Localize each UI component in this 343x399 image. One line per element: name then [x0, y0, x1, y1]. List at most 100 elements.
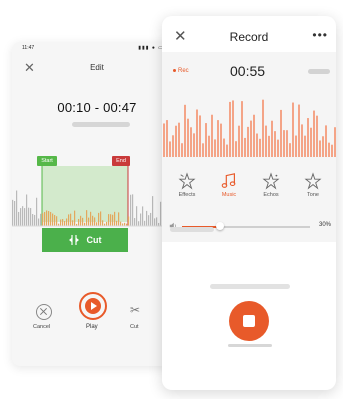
- start-marker[interactable]: Start: [37, 156, 57, 166]
- edit-screen: 11:47 ▮▮▮ ● ▭ ✕ Edit 00:10 - 00:47 Start…: [12, 42, 182, 366]
- cut-button[interactable]: Cut: [42, 228, 128, 252]
- waveform-bar: [26, 194, 28, 226]
- waveform-bar: [28, 207, 30, 226]
- waveform-bar: [208, 135, 210, 157]
- waveform-bar: [238, 125, 240, 157]
- waveform-bar: [134, 218, 136, 226]
- settings-placeholder-bar: [170, 227, 214, 232]
- effects-row: Effects Music Echos Tone: [162, 172, 336, 222]
- edit-waveform[interactable]: [12, 166, 182, 236]
- waveform-bar: [292, 102, 294, 157]
- waveform-bar: [102, 220, 104, 226]
- waveform-bar: [78, 218, 80, 226]
- waveform-bar: [40, 213, 42, 226]
- waveform-bar: [94, 217, 96, 226]
- record-waveform: [163, 99, 336, 157]
- waveform-bar: [175, 125, 177, 157]
- volume-percent: 30%: [318, 222, 331, 228]
- cut-button-label: Cut: [86, 235, 102, 245]
- echo-star-icon: [262, 172, 280, 190]
- waveform-bar: [86, 210, 88, 226]
- waveform-bar: [32, 214, 34, 226]
- waveform-bar: [142, 206, 144, 226]
- waveform-bar: [235, 141, 237, 157]
- waveform-bar: [241, 101, 243, 157]
- waveform-bar: [150, 212, 152, 226]
- waveform-bar: [118, 212, 120, 226]
- waveform-bar: [214, 139, 216, 157]
- waveform-bar: [169, 141, 171, 157]
- record-timer: 00:55: [230, 63, 266, 79]
- waveform-bar: [114, 211, 116, 226]
- waveform-bar: [190, 127, 192, 157]
- effect-tone[interactable]: Tone: [293, 172, 333, 198]
- waveform-bar: [289, 143, 291, 157]
- effect-label: Effects: [178, 192, 196, 198]
- waveform-bar: [120, 221, 122, 226]
- cancel-icon[interactable]: [36, 304, 52, 320]
- more-menu-icon[interactable]: •••: [312, 28, 328, 42]
- waveform-bar: [223, 138, 225, 157]
- play-icon: [85, 298, 101, 314]
- play-button[interactable]: [79, 292, 107, 320]
- waveform-bar: [152, 196, 154, 226]
- waveform-bar: [247, 126, 249, 157]
- status-bar: 11:47 ▮▮▮ ● ▭: [12, 42, 182, 54]
- waveform-bar: [92, 215, 94, 226]
- effect-echos[interactable]: Echos: [251, 172, 291, 198]
- tone-star-icon: [304, 172, 322, 190]
- waveform-bar: [128, 216, 130, 226]
- waveform-bar: [331, 144, 333, 157]
- cut-label: Cut: [130, 324, 139, 330]
- waveform-bar: [217, 120, 219, 157]
- end-marker[interactable]: End: [112, 156, 130, 166]
- cancel-label: Cancel: [33, 324, 51, 330]
- waveform-bar: [277, 139, 279, 157]
- waveform-bar: [298, 104, 300, 157]
- waveform-bar: [116, 220, 118, 226]
- waveform-bar: [16, 190, 18, 226]
- waveform-bar: [262, 99, 264, 157]
- waveform-bar: [328, 142, 330, 157]
- effect-effects[interactable]: Effects: [167, 172, 207, 198]
- waveform-bar: [108, 214, 110, 226]
- waveform-bar: [100, 211, 102, 226]
- waveform-bar: [136, 206, 138, 226]
- rec-label: Rec: [178, 68, 189, 74]
- waveform-bar: [211, 114, 213, 157]
- waveform-bar: [24, 208, 26, 226]
- scissors-icon[interactable]: ✂: [130, 303, 140, 317]
- waveform-bar: [138, 221, 140, 226]
- waveform-bar: [74, 210, 76, 226]
- waveform-bar: [196, 109, 198, 157]
- waveform-bar: [229, 101, 231, 157]
- waveform-bar: [98, 212, 100, 226]
- home-indicator: [228, 344, 272, 347]
- waveform-bar: [202, 143, 204, 157]
- status-time: 11:47: [22, 45, 35, 51]
- edit-actions: Cancel Play ✂ Cut: [12, 284, 182, 334]
- effect-label: Tone: [307, 192, 319, 198]
- waveform-bar: [48, 211, 50, 226]
- waveform-bar: [88, 217, 90, 226]
- waveform-bar: [72, 220, 74, 226]
- waveform-bar: [22, 206, 24, 226]
- rec-dot-icon: [173, 68, 176, 72]
- waveform-bar: [46, 210, 48, 226]
- stop-button[interactable]: [229, 301, 269, 341]
- waveform-bar: [156, 217, 158, 226]
- waveform-bar: [205, 123, 207, 157]
- waveform-bar: [110, 214, 112, 226]
- play-label: Play: [86, 324, 98, 330]
- waveform-bar: [274, 131, 276, 157]
- waveform-bar: [82, 217, 84, 226]
- effect-music[interactable]: Music: [209, 172, 249, 198]
- volume-knob[interactable]: [216, 222, 225, 230]
- waveform-bar: [18, 211, 20, 226]
- waveform-bar: [253, 114, 255, 157]
- waveform-bar: [146, 210, 148, 226]
- waveform-bar: [226, 144, 228, 157]
- waveform-bar: [64, 220, 66, 226]
- waveform-bar: [106, 221, 108, 226]
- waveform-bar: [20, 208, 22, 226]
